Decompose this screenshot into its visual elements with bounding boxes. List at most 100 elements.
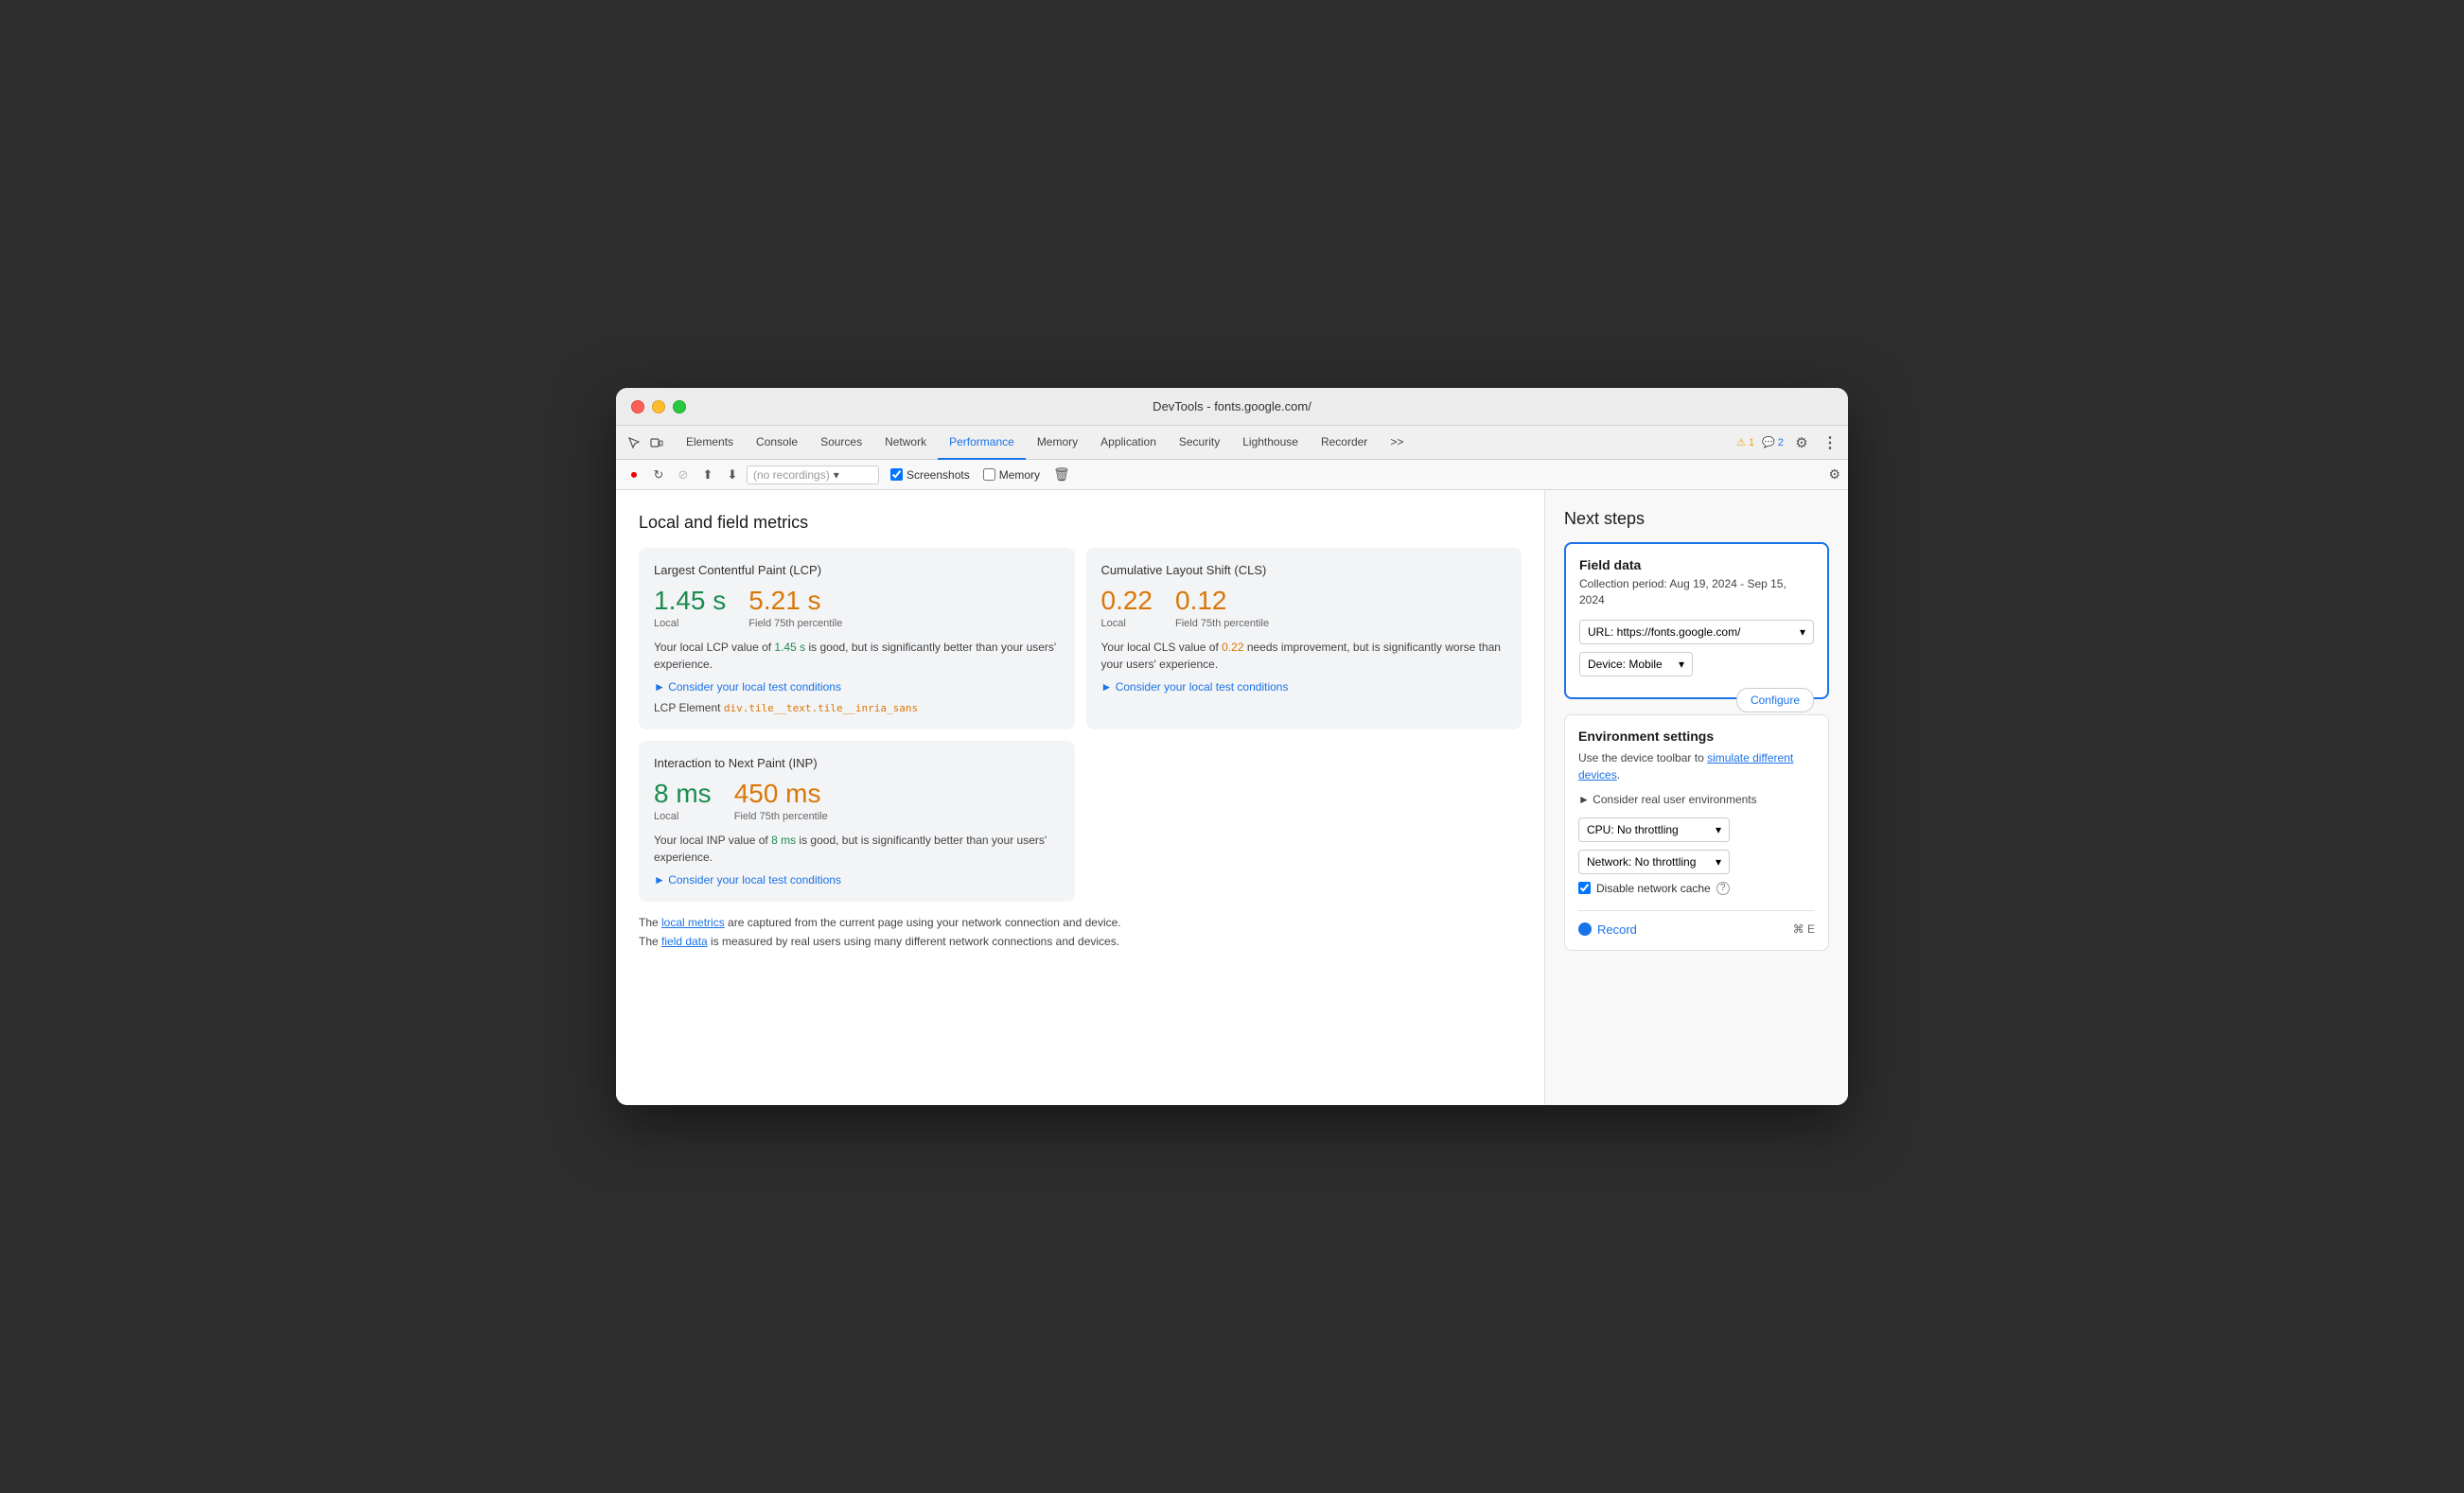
inp-values: 8 ms Local 450 ms Field 75th percentile: [654, 780, 1060, 822]
field-data-period: Collection period: Aug 19, 2024 - Sep 15…: [1579, 576, 1814, 608]
download-button[interactable]: ⬇: [722, 465, 743, 485]
local-metrics-link[interactable]: local metrics: [661, 916, 725, 929]
reload-button[interactable]: ↻: [648, 465, 669, 485]
screenshots-checkbox[interactable]: Screenshots: [890, 468, 970, 482]
clear-button[interactable]: ⊘: [673, 465, 694, 485]
cls-local-label: Local: [1101, 618, 1153, 629]
cls-field-group: 0.12 Field 75th percentile: [1175, 587, 1269, 629]
inp-local-group: 8 ms Local: [654, 780, 712, 822]
title-bar: DevTools - fonts.google.com/: [616, 388, 1848, 426]
memory-icon: 🗑: [1053, 466, 1070, 483]
left-panel: Local and field metrics Largest Contentf…: [616, 490, 1545, 1105]
info-badge[interactable]: 💬 2: [1762, 436, 1784, 448]
lcp-field-group: 5.21 s Field 75th percentile: [748, 587, 842, 629]
metrics-grid: Largest Contentful Paint (LCP) 1.45 s Lo…: [639, 548, 1522, 729]
cls-local-group: 0.22 Local: [1101, 587, 1153, 629]
record-dot-icon: [1578, 922, 1592, 936]
inp-field-value: 450 ms: [734, 780, 828, 809]
close-button[interactable]: [631, 400, 644, 413]
cls-title: Cumulative Layout Shift (CLS): [1101, 563, 1507, 577]
tab-security[interactable]: Security: [1168, 426, 1231, 460]
lcp-field-label: Field 75th percentile: [748, 618, 842, 629]
lcp-values: 1.45 s Local 5.21 s Field 75th percentil…: [654, 587, 1060, 629]
record-button[interactable]: ⏺: [624, 465, 644, 485]
memory-checkbox[interactable]: Memory: [983, 468, 1040, 482]
cls-field-value: 0.12: [1175, 587, 1269, 616]
tab-performance[interactable]: Performance: [938, 426, 1026, 460]
warning-badge[interactable]: ⚠ 1: [1736, 436, 1754, 448]
window-title: DevTools - fonts.google.com/: [1153, 399, 1311, 413]
disable-cache-row: Disable network cache ?: [1578, 882, 1815, 895]
lcp-desc: Your local LCP value of 1.45 s is good, …: [654, 639, 1060, 673]
lcp-local-group: 1.45 s Local: [654, 587, 726, 629]
cls-desc: Your local CLS value of 0.22 needs impro…: [1101, 639, 1507, 673]
inp-title: Interaction to Next Paint (INP): [654, 756, 1060, 770]
footer-note: The local metrics are captured from the …: [639, 913, 1522, 952]
lcp-local-label: Local: [654, 618, 726, 629]
inp-desc: Your local INP value of 8 ms is good, bu…: [654, 832, 1060, 866]
consider-real-envs-link[interactable]: ► Consider real user environments: [1578, 793, 1815, 806]
lcp-consider-link[interactable]: ► Consider your local test conditions: [654, 680, 1060, 694]
right-panel: Next steps Field data Collection period:…: [1545, 490, 1848, 1105]
device-dropdown[interactable]: Device: Mobile ▾: [1579, 652, 1693, 676]
maximize-button[interactable]: [673, 400, 686, 413]
network-dropdown[interactable]: Network: No throttling ▾: [1578, 850, 1730, 874]
inp-local-value: 8 ms: [654, 780, 712, 809]
lcp-local-value: 1.45 s: [654, 587, 726, 616]
field-data-title: Field data: [1579, 557, 1814, 572]
secondary-settings-icon[interactable]: ⚙: [1828, 466, 1840, 483]
disable-cache-checkbox[interactable]: [1578, 882, 1591, 894]
record-bar: Record ⌘ E: [1578, 910, 1815, 937]
tab-network[interactable]: Network: [873, 426, 938, 460]
disable-cache-label: Disable network cache: [1596, 882, 1711, 895]
tab-recorder[interactable]: Recorder: [1310, 426, 1379, 460]
next-steps-title: Next steps: [1564, 509, 1829, 529]
url-dropdown[interactable]: URL: https://fonts.google.com/ ▾: [1579, 620, 1814, 644]
recording-dropdown[interactable]: (no recordings) ▾: [747, 465, 879, 484]
cls-card: Cumulative Layout Shift (CLS) 0.22 Local…: [1086, 548, 1522, 729]
lcp-title: Largest Contentful Paint (LCP): [654, 563, 1060, 577]
cls-consider-link[interactable]: ► Consider your local test conditions: [1101, 680, 1507, 694]
cls-values: 0.22 Local 0.12 Field 75th percentile: [1101, 587, 1507, 629]
settings-icon[interactable]: ⚙: [1791, 432, 1812, 453]
env-settings-title: Environment settings: [1578, 729, 1815, 744]
help-icon[interactable]: ?: [1716, 882, 1730, 895]
inp-consider-link[interactable]: ► Consider your local test conditions: [654, 873, 1060, 887]
field-data-card: Field data Collection period: Aug 19, 20…: [1564, 542, 1829, 699]
record-button[interactable]: Record: [1578, 922, 1637, 937]
inp-card: Interaction to Next Paint (INP) 8 ms Loc…: [639, 741, 1075, 902]
traffic-lights: [631, 400, 686, 413]
toolbar-right: ⚠ 1 💬 2 ⚙ ⋮: [1736, 432, 1840, 453]
inp-field-label: Field 75th percentile: [734, 811, 828, 822]
tab-elements[interactable]: Elements: [675, 426, 745, 460]
cls-field-label: Field 75th percentile: [1175, 618, 1269, 629]
inp-local-label: Local: [654, 811, 712, 822]
cls-local-value: 0.22: [1101, 587, 1153, 616]
section-title: Local and field metrics: [639, 513, 1522, 533]
minimize-button[interactable]: [652, 400, 665, 413]
tab-lighthouse[interactable]: Lighthouse: [1231, 426, 1310, 460]
field-data-link[interactable]: field data: [661, 935, 708, 948]
secondary-toolbar: ⏺ ↻ ⊘ ⬆ ⬇ (no recordings) ▾ Screenshots …: [616, 460, 1848, 490]
record-shortcut: ⌘ E: [1793, 922, 1815, 936]
tab-application[interactable]: Application: [1089, 426, 1168, 460]
lcp-element-link[interactable]: div.tile__text.tile__inria_sans: [724, 702, 918, 714]
tab-console[interactable]: Console: [745, 426, 809, 460]
device-toolbar-icon[interactable]: [646, 432, 667, 453]
cursor-icon[interactable]: [624, 432, 644, 453]
lcp-element: LCP Element div.tile__text.tile__inria_s…: [654, 701, 1060, 714]
main-toolbar: Elements Console Sources Network Perform…: [616, 426, 1848, 460]
main-content: Local and field metrics Largest Contentf…: [616, 490, 1848, 1105]
tab-overflow[interactable]: >>: [1379, 426, 1415, 460]
checkbox-group: Screenshots Memory 🗑: [890, 466, 1070, 483]
devtools-window: DevTools - fonts.google.com/ Elements Co…: [616, 388, 1848, 1105]
more-icon[interactable]: ⋮: [1820, 432, 1840, 453]
lcp-card: Largest Contentful Paint (LCP) 1.45 s Lo…: [639, 548, 1075, 729]
upload-button[interactable]: ⬆: [697, 465, 718, 485]
tab-sources[interactable]: Sources: [809, 426, 873, 460]
configure-button[interactable]: Configure: [1736, 688, 1814, 712]
cpu-dropdown[interactable]: CPU: No throttling ▾: [1578, 817, 1730, 842]
env-settings-desc: Use the device toolbar to simulate diffe…: [1578, 749, 1815, 783]
env-settings-card: Environment settings Use the device tool…: [1564, 714, 1829, 951]
tab-memory[interactable]: Memory: [1026, 426, 1089, 460]
